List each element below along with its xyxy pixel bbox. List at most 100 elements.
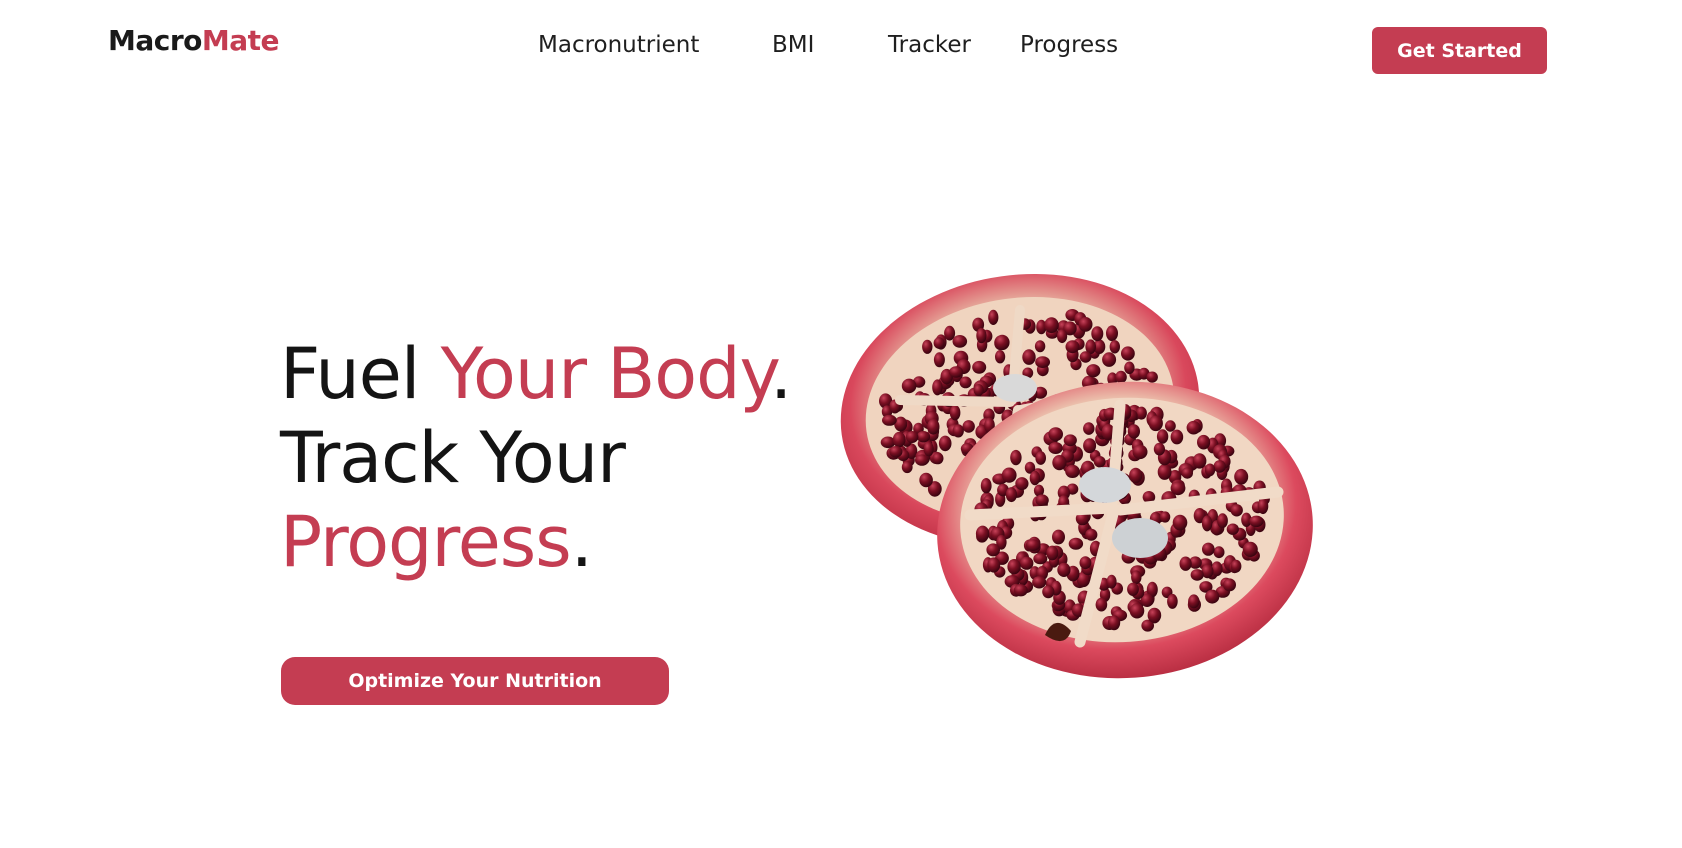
landing-page: MacroMate Macronutrient BMI Tracker Prog… xyxy=(0,0,1682,848)
aril-seed xyxy=(922,339,933,354)
aril-seed xyxy=(1170,429,1184,445)
hero-line-1: Fuel Your Body. xyxy=(280,332,792,416)
aril-seed xyxy=(915,454,929,466)
aril-seed xyxy=(952,424,964,438)
aril-seed xyxy=(933,352,945,368)
aril-seed xyxy=(919,472,933,488)
nav-link-progress[interactable]: Progress xyxy=(1020,32,1118,58)
aril-seed xyxy=(1148,415,1163,432)
aril-seed xyxy=(1057,329,1068,344)
aril-seed xyxy=(1078,317,1093,332)
aril-seed xyxy=(1095,597,1108,612)
hero-headline: Fuel Your Body. Track Your Progress. xyxy=(280,332,792,584)
optimize-nutrition-button[interactable]: Optimize Your Nutrition xyxy=(281,657,669,705)
aril-seed xyxy=(1019,556,1034,570)
aril-seed xyxy=(1044,317,1059,334)
aril-seed xyxy=(1052,529,1065,545)
aril-seed xyxy=(1213,460,1226,473)
aril-seed xyxy=(1186,420,1201,435)
aril-seed xyxy=(1068,537,1084,550)
aril-seed xyxy=(933,337,945,349)
aril-seed xyxy=(1091,326,1104,342)
aril-seed xyxy=(901,461,913,474)
aril-seed xyxy=(1046,545,1059,561)
aril-seed xyxy=(1226,523,1239,535)
aril-seed xyxy=(1153,442,1165,456)
aril-seed xyxy=(1157,464,1172,480)
aril-seed xyxy=(1108,615,1121,631)
aril-seed xyxy=(1057,562,1071,577)
aril-seed xyxy=(1234,468,1249,485)
aril-seed xyxy=(1156,429,1169,444)
aril-seed xyxy=(1035,451,1046,465)
aril-seed xyxy=(1106,325,1118,342)
nav-link-tracker[interactable]: Tracker xyxy=(888,32,971,58)
nav-link-macronutrient[interactable]: Macronutrient xyxy=(538,32,699,58)
aril-seed xyxy=(1022,349,1036,365)
hero-line-3: Progress. xyxy=(280,500,791,584)
aril-seed xyxy=(987,557,1001,573)
aril-seed xyxy=(1085,528,1098,541)
aril-seed xyxy=(1257,498,1269,515)
aril-seed xyxy=(1181,467,1193,479)
nav-link-bmi[interactable]: BMI xyxy=(772,32,814,58)
aril-seed xyxy=(1230,559,1242,573)
aril-seed xyxy=(1188,594,1200,609)
aril-seed xyxy=(1204,463,1216,477)
aril-seed xyxy=(1201,515,1213,532)
aril-seed xyxy=(1217,513,1228,529)
get-started-button[interactable]: Get Started xyxy=(1372,27,1547,74)
aril-seed xyxy=(1167,593,1178,609)
pomegranate-image xyxy=(840,273,1313,679)
aril-seed xyxy=(973,384,984,396)
aril-seed xyxy=(972,360,987,374)
aril-seed xyxy=(1048,442,1063,454)
aril-seed xyxy=(1106,574,1117,589)
aril-seed xyxy=(1165,420,1176,432)
aril-seed xyxy=(1015,477,1029,491)
aril-seed xyxy=(1079,351,1092,363)
aril-seed xyxy=(1086,364,1101,378)
aril-seed xyxy=(995,350,1006,364)
aril-seed xyxy=(938,435,952,452)
aril-seed xyxy=(962,420,975,433)
aril-seed xyxy=(976,327,987,344)
aril-seed xyxy=(1192,453,1207,469)
aril-seed xyxy=(1159,511,1171,523)
aril-seed xyxy=(927,418,940,435)
hero-line-3-end: . xyxy=(570,501,593,583)
aril-seed xyxy=(1197,434,1211,450)
aril-seed xyxy=(949,405,961,421)
hero-line-1-end: . xyxy=(770,333,792,415)
aril-seed xyxy=(1029,470,1041,486)
aril-seed xyxy=(1172,514,1188,531)
aril-seed xyxy=(975,525,990,542)
aril-seed xyxy=(1146,371,1158,383)
aril-seed xyxy=(1083,438,1097,454)
aril-seed xyxy=(1093,456,1106,468)
hero-line-2: Track Your xyxy=(280,417,626,499)
aril-seed xyxy=(1035,356,1050,368)
aril-seed xyxy=(1001,467,1017,483)
aril-seed xyxy=(1230,504,1243,517)
aril-seed xyxy=(1249,515,1264,527)
aril-seed xyxy=(1190,569,1204,581)
aril-seed xyxy=(923,441,934,457)
aril-seed xyxy=(959,376,972,389)
aril-seed xyxy=(1127,424,1140,439)
aril-seed xyxy=(1007,559,1021,575)
aril-seed xyxy=(901,378,917,394)
aril-seed xyxy=(1223,578,1236,592)
aril-seed xyxy=(1042,585,1055,599)
aril-seed xyxy=(1065,464,1080,478)
aril-seed xyxy=(980,478,992,494)
aril-seed xyxy=(1115,370,1127,384)
aril-seed xyxy=(892,431,906,448)
aril-seed xyxy=(1179,556,1192,571)
aril-seed xyxy=(1048,427,1063,442)
aril-seed xyxy=(1013,584,1028,597)
aril-seed xyxy=(889,446,903,458)
aril-seed xyxy=(994,334,1010,351)
aril-seed xyxy=(1129,467,1143,484)
aril-seed xyxy=(1131,570,1142,585)
